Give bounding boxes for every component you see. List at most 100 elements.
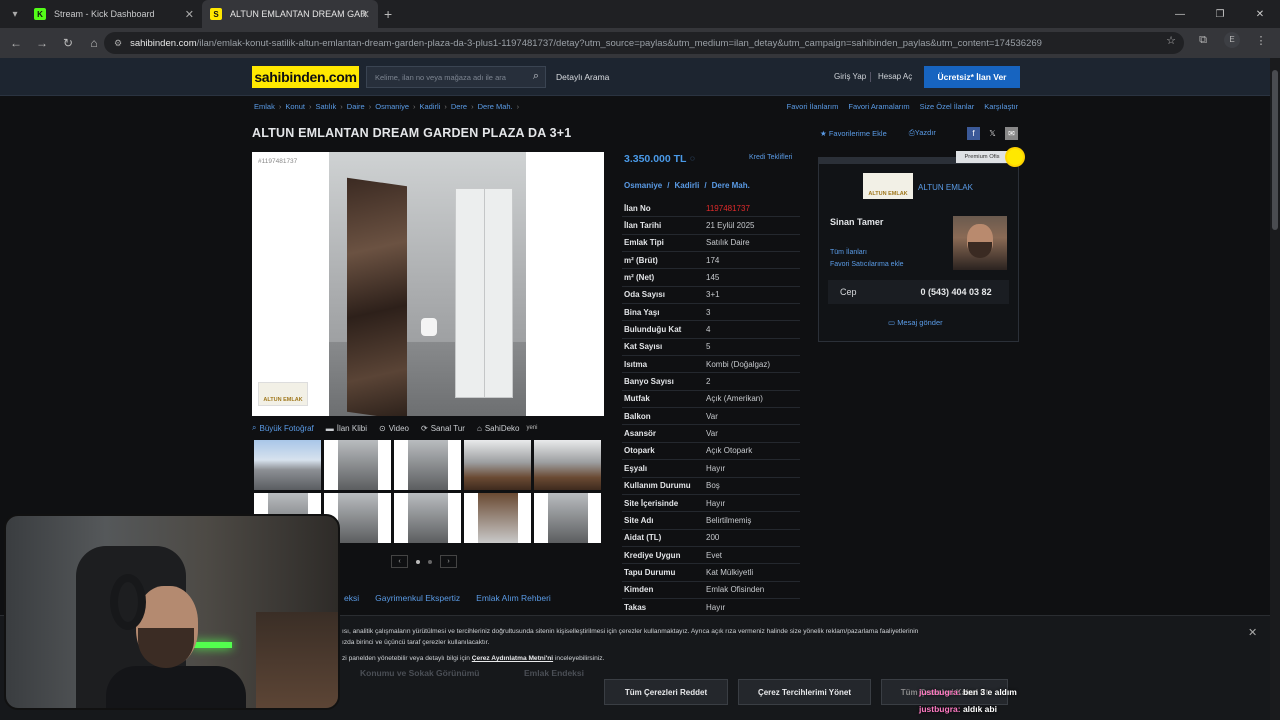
office-name[interactable]: ALTUN EMLAK xyxy=(918,183,973,192)
cookie-policy-link[interactable]: Çerez Aydınlatma Metni'ni xyxy=(472,655,553,662)
page-scrollbar[interactable] xyxy=(1270,58,1280,720)
site-info-icon[interactable]: ⚙ xyxy=(114,38,122,49)
extensions-icon[interactable]: ⧉ xyxy=(1192,34,1214,47)
thumbnail[interactable] xyxy=(394,493,461,543)
tab-close-icon[interactable]: ✕ xyxy=(185,8,194,21)
personalized-listings-link[interactable]: Size Özel İlanlar xyxy=(920,102,975,111)
location-neighborhood[interactable]: Dere Mah. xyxy=(712,181,750,190)
detail-value: 3+1 xyxy=(706,290,720,300)
thumbnail[interactable] xyxy=(464,493,531,543)
detail-value: Hayır xyxy=(706,602,726,612)
appraisal-link[interactable]: Gayrimenkul Ekspertiz xyxy=(375,593,460,603)
reject-all-cookies-button[interactable]: Tüm Çerezleri Reddet xyxy=(604,679,728,705)
compare-link[interactable]: Karşılaştır xyxy=(984,102,1018,111)
photo-toilet xyxy=(421,318,437,336)
close-window-icon[interactable]: ✕ xyxy=(1240,0,1280,28)
tab-virtual-tour[interactable]: ⟳ Sanal Tur xyxy=(421,424,465,433)
location-city[interactable]: Osmaniye xyxy=(624,181,662,190)
detail-label: Isıtma xyxy=(624,359,648,369)
buying-guide-link[interactable]: Emlak Alım Rehberi xyxy=(476,593,551,603)
all-listings-link[interactable]: Tüm İlanları xyxy=(830,249,867,256)
manage-cookies-button[interactable]: Çerez Tercihlerimi Yönet xyxy=(738,679,871,705)
breadcrumb-item[interactable]: Satılık xyxy=(315,102,336,111)
detail-row: İlan No 1197481737 xyxy=(622,200,800,218)
tab-listing-clip[interactable]: ▬ İlan Klibi xyxy=(326,424,367,433)
breadcrumb-item[interactable]: Konut xyxy=(285,102,305,111)
sahibinden-logo[interactable]: sahibinden.com xyxy=(252,66,359,88)
post-free-listing-button[interactable]: Ücretsiz* İlan Ver xyxy=(924,66,1020,88)
favorite-searches-link[interactable]: Favori Aramalarım xyxy=(848,102,909,111)
page-dot[interactable] xyxy=(416,559,420,564)
tab-video[interactable]: ⊙ Video xyxy=(379,424,409,433)
agent-avatar xyxy=(953,216,1007,270)
restore-icon[interactable]: ❐ xyxy=(1200,0,1240,28)
detail-row: Bina Yaşı 3 xyxy=(622,304,800,322)
facebook-icon[interactable]: f xyxy=(967,127,980,140)
thumbnail[interactable] xyxy=(534,493,601,543)
location-district[interactable]: Kadirli xyxy=(674,181,699,190)
tab-sahideko[interactable]: ⌂ SahiDeko yeni xyxy=(477,424,538,433)
location-tab[interactable]: Konumu ve Sokak Görünümü xyxy=(360,668,480,688)
emlak-index-tab[interactable]: Emlak Endeksi xyxy=(524,668,584,688)
close-icon[interactable]: ✕ xyxy=(1248,626,1257,639)
breadcrumb-item[interactable]: Daire xyxy=(347,102,365,111)
thumbnail[interactable] xyxy=(254,440,321,490)
send-message-link[interactable]: ▭ Mesaj gönder xyxy=(888,318,943,327)
email-icon[interactable]: ✉ xyxy=(1005,127,1018,140)
x-twitter-icon[interactable]: 𝕏 xyxy=(986,127,999,140)
favorite-seller-link[interactable]: Favori Satıcılarıma ekle xyxy=(830,261,904,268)
kick-favicon-icon: K xyxy=(34,8,46,20)
thumbnail[interactable] xyxy=(534,440,601,490)
breadcrumb-item[interactable]: Kadirli xyxy=(420,102,441,111)
partial-link[interactable]: eksi xyxy=(344,593,359,603)
prev-page-icon[interactable]: ‹ xyxy=(391,555,408,568)
photo-marble-wall xyxy=(347,177,407,416)
minimize-icon[interactable]: — xyxy=(1160,0,1200,28)
add-favorite-link[interactable]: ★ Favorilerime Ekle xyxy=(820,129,887,138)
breadcrumb-item[interactable]: Dere xyxy=(451,102,467,111)
new-tab-icon[interactable]: + xyxy=(384,6,392,22)
chat-username: justbugra: xyxy=(919,687,961,697)
search-placeholder: Kelime, ilan no veya mağaza adı ile ara xyxy=(375,72,506,82)
breadcrumb-item[interactable]: Emlak xyxy=(254,102,275,111)
detail-value: Emlak Ofisinden xyxy=(706,585,765,595)
agent-name: Sinan Tamer xyxy=(830,217,884,227)
home-icon[interactable]: ⌂ xyxy=(82,31,106,55)
forward-icon[interactable]: → xyxy=(30,31,54,55)
detail-label: m² (Brüt) xyxy=(624,255,658,265)
tab-close-icon[interactable]: ✕ xyxy=(361,8,370,21)
main-photo[interactable]: #1197481737 ALTUN EMLAK xyxy=(252,152,604,416)
bookmark-star-icon[interactable]: ☆ xyxy=(1160,34,1182,47)
register-link[interactable]: Hesap Aç xyxy=(878,72,912,81)
address-bar[interactable]: ⚙ sahibinden.com/ilan/emlak-konut-satili… xyxy=(104,32,1184,54)
search-input[interactable]: Kelime, ilan no veya mağaza adı ile ara … xyxy=(366,66,546,88)
detailed-search-link[interactable]: Detaylı Arama xyxy=(556,72,609,82)
tab-search-icon[interactable]: ▾ xyxy=(4,3,26,25)
login-link[interactable]: Giriş Yap xyxy=(834,72,866,81)
back-icon[interactable]: ← xyxy=(4,31,28,55)
credit-offers-link[interactable]: Kredi Teklifleri xyxy=(749,154,792,161)
thumbnail[interactable] xyxy=(324,440,391,490)
breadcrumb-item[interactable]: Dere Mah. xyxy=(478,102,513,111)
chat-bubble-icon: ▭ xyxy=(888,318,896,327)
breadcrumb-item[interactable]: Osmaniye xyxy=(375,102,409,111)
page-dot[interactable] xyxy=(428,559,432,564)
browser-menu-icon[interactable]: ⋮ xyxy=(1250,34,1272,47)
chat-message: justbugra: ben 3 e aldım xyxy=(919,687,1017,697)
location: Osmaniye / Kadirli / Dere Mah. xyxy=(624,181,750,190)
profile-avatar[interactable]: E xyxy=(1224,32,1240,48)
thumbnail[interactable] xyxy=(394,440,461,490)
search-icon[interactable]: ⌕ xyxy=(533,70,539,83)
price-history-icon[interactable]: ◌ xyxy=(690,154,695,163)
reload-icon[interactable]: ↻ xyxy=(56,31,80,55)
office-logo[interactable]: ALTUN EMLAK xyxy=(863,173,913,199)
tab-kick-dashboard[interactable]: K Stream - Kick Dashboard ✕ xyxy=(26,0,202,28)
tab-large-photo[interactable]: ⌕ Büyük Fotoğraf xyxy=(252,423,314,433)
favorite-listings-link[interactable]: Favori İlanlarım xyxy=(787,102,839,111)
phone-number[interactable]: 0 (543) 404 03 82 xyxy=(921,287,992,297)
print-link[interactable]: ⎙Yazdır xyxy=(909,128,936,138)
next-page-icon[interactable]: › xyxy=(440,555,457,568)
tab-sahibinden[interactable]: S ALTUN EMLANTAN DREAM GAR ✕ xyxy=(202,0,378,28)
camera-icon: ▬ xyxy=(325,423,334,433)
thumbnail[interactable] xyxy=(464,440,531,490)
